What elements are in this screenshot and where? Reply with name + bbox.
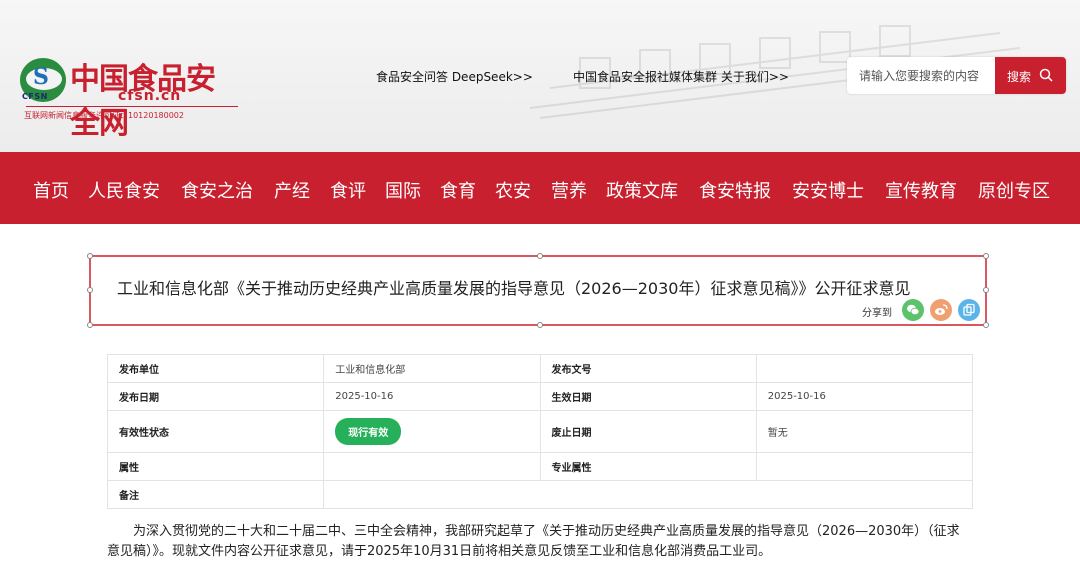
resize-handle[interactable]: [537, 253, 543, 259]
resize-handle[interactable]: [87, 287, 93, 293]
resize-handle[interactable]: [537, 322, 543, 328]
wechat-icon: [907, 304, 920, 316]
nav-item-industry[interactable]: 产经: [274, 177, 310, 203]
table-row: 有效性状态 现行有效 废止日期 暂无: [106, 410, 974, 453]
document-info-table: 发布单位 工业和信息化部 发布文号 发布日期 2025-10-16 生效日期 2…: [106, 354, 974, 509]
nav-item-nutrition[interactable]: 营养: [551, 177, 587, 203]
search-input[interactable]: [847, 57, 995, 94]
doc-number-label: 发布文号: [539, 354, 757, 383]
weibo-icon: [935, 304, 948, 315]
remark-label: 备注: [106, 480, 325, 509]
search-icon: [1039, 68, 1053, 82]
nav-item-policy-library[interactable]: 政策文库: [606, 177, 678, 203]
resize-handle[interactable]: [983, 253, 989, 259]
deepseek-qa-link[interactable]: 食品安全问答 DeepSeek>>: [376, 68, 533, 85]
validity-cell: 现行有效: [323, 410, 541, 453]
publisher-value: 工业和信息化部: [323, 354, 541, 383]
resize-handle[interactable]: [87, 253, 93, 259]
media-group-about-link[interactable]: 中国食品安全报社媒体集群 关于我们>>: [573, 68, 789, 85]
wechat-share-button[interactable]: [902, 299, 924, 321]
special-attribute-label: 专业属性: [539, 452, 757, 481]
nav-item-governance[interactable]: 食安之治: [181, 177, 253, 203]
publish-date-label: 发布日期: [106, 382, 325, 411]
table-row: 备注: [106, 480, 973, 509]
license-text: 互联网新闻信息服务许可证：10120180002: [24, 111, 184, 120]
search-button-label: 搜索: [1007, 70, 1032, 84]
site-header: S CFSN 中国食品安全网 cfsn.cn 互联网新闻信息服务许可证：1012…: [0, 0, 1080, 152]
nav-item-publicity[interactable]: 宣传教育: [885, 177, 957, 203]
doc-number-value: [755, 354, 974, 383]
resize-handle[interactable]: [983, 322, 989, 328]
nav-item-original[interactable]: 原创专区: [978, 177, 1050, 203]
site-logo[interactable]: S CFSN 中国食品安全网 cfsn.cn 互联网新闻信息服务许可证：1012…: [18, 50, 238, 141]
copy-link-button[interactable]: [958, 299, 980, 321]
publish-date-value: 2025-10-16: [323, 382, 541, 411]
resize-handle[interactable]: [983, 287, 989, 293]
table-row: 发布日期 2025-10-16 生效日期 2025-10-16: [106, 382, 974, 411]
validity-status-badge: 现行有效: [335, 418, 402, 445]
effective-date-label: 生效日期: [539, 382, 757, 411]
logo-divider: [26, 106, 238, 107]
abolish-date-value: 暂无: [755, 410, 974, 453]
nav-item-home[interactable]: 首页: [33, 177, 69, 203]
nav-item-doctor-anan[interactable]: 安安博士: [792, 177, 864, 203]
main-nav: 首页 人民食安 食安之治 产经 食评 国际 食育 农安 营养 政策文库 食安特报…: [0, 152, 1080, 224]
attribute-label: 属性: [106, 452, 325, 481]
nav-item-international[interactable]: 国际: [385, 177, 421, 203]
article-body-paragraph: 为深入贯彻党的二十大和二十届二中、三中全会精神，我部研究起草了《关于推动历史经典…: [107, 524, 960, 559]
nav-item-agri-safety[interactable]: 农安: [495, 177, 531, 203]
logo-abbreviation: CFSN: [22, 92, 48, 101]
abolish-date-label: 废止日期: [539, 410, 757, 453]
weibo-share-button[interactable]: [930, 299, 952, 321]
special-attribute-value: [755, 452, 974, 481]
article-title-box: 工业和信息化部《关于推动历史经典产业高质量发展的指导意见（2026—2030年）…: [87, 253, 989, 328]
table-row: 属性 专业属性: [106, 452, 974, 481]
nav-item-special-report[interactable]: 食安特报: [699, 177, 771, 203]
resize-handle[interactable]: [87, 322, 93, 328]
search-box: 搜索: [847, 57, 1066, 94]
publisher-label: 发布单位: [106, 354, 325, 383]
article-title: 工业和信息化部《关于推动历史经典产业高质量发展的指导意见（2026—2030年）…: [117, 279, 911, 298]
search-button[interactable]: 搜索: [995, 57, 1066, 94]
share-label: 分享到: [862, 308, 892, 319]
copy-icon: [963, 303, 975, 316]
validity-label: 有效性状态: [106, 410, 325, 453]
nav-item-people-food-safety[interactable]: 人民食安: [88, 177, 160, 203]
logo-domain: cfsn.cn: [118, 88, 182, 104]
effective-date-value: 2025-10-16: [755, 382, 974, 411]
nav-item-commentary[interactable]: 食评: [330, 177, 366, 203]
nav-item-food-education[interactable]: 食育: [440, 177, 476, 203]
attribute-value: [323, 452, 541, 481]
remark-value: [323, 480, 973, 509]
table-row: 发布单位 工业和信息化部 发布文号: [106, 354, 974, 383]
